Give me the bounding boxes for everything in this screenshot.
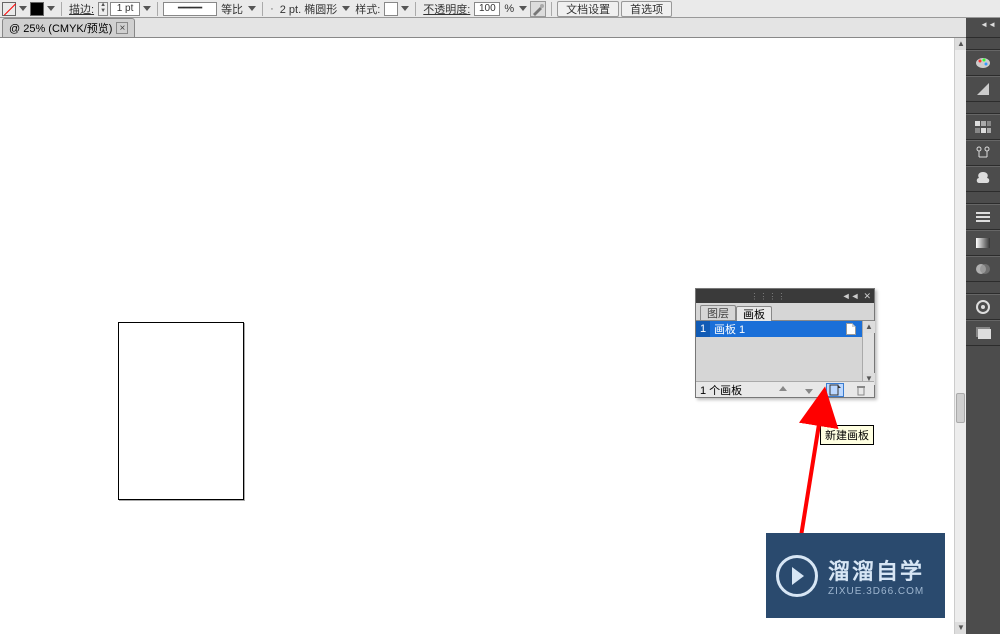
watermark-subtitle: ZIXUE.3D66.COM — [828, 586, 924, 597]
close-tab-icon[interactable]: × — [116, 22, 128, 34]
options-bar: 描边: ▲▼ 1 pt ━━━━ 等比 · 2 pt. 椭圆形 样式: 不透明度… — [0, 0, 1000, 18]
color-guide-panel-icon[interactable] — [966, 76, 1000, 102]
style-label: 样式: — [355, 1, 380, 17]
watermark: 溜溜自学 ZIXUE.3D66.COM — [766, 533, 945, 618]
new-artboard-button[interactable] — [826, 383, 844, 397]
brush-dropdown-icon[interactable] — [342, 6, 350, 11]
panel-collapse-icon[interactable]: ◄◄ — [842, 291, 860, 301]
panel-status-bar: 1 个画板 — [696, 381, 874, 397]
strip-collapse-button[interactable]: ◄◄ — [966, 18, 1000, 38]
panel-grip-icon[interactable]: ⋮⋮⋮⋮ — [699, 292, 838, 301]
right-panel-strip: ◄◄ — [966, 18, 1000, 634]
dash-preview[interactable]: ━━━━ — [163, 2, 217, 16]
recolor-icon[interactable] — [530, 1, 546, 17]
canvas-vertical-scrollbar[interactable]: ▲ ▼ — [954, 38, 966, 634]
document-setup-button[interactable]: 文档设置 — [557, 1, 619, 17]
stroke-width-spinner[interactable]: ▲▼ — [98, 2, 108, 16]
stroke-dropdown-icon[interactable] — [47, 6, 55, 11]
stroke-panel-icon[interactable] — [966, 204, 1000, 230]
style-dropdown-icon[interactable] — [401, 6, 409, 11]
move-down-button[interactable] — [800, 383, 818, 397]
dash-dropdown-icon[interactable] — [248, 6, 256, 11]
panel-tabs: 图层 画板 — [696, 303, 874, 321]
panel-scroll-up-icon[interactable]: ▲ — [863, 321, 875, 333]
watermark-logo-icon — [776, 555, 818, 597]
graphic-styles-panel-icon[interactable] — [966, 320, 1000, 346]
delete-artboard-button[interactable] — [852, 383, 870, 397]
watermark-title: 溜溜自学 — [828, 554, 924, 586]
fill-swatch[interactable] — [2, 2, 16, 16]
tab-layers[interactable]: 图层 — [700, 305, 736, 320]
artboard-row-index: 1 — [696, 321, 710, 337]
stroke-width-dropdown-icon[interactable] — [143, 6, 151, 11]
panel-titlebar[interactable]: ⋮⋮⋮⋮ ◄◄ ✕ — [696, 289, 874, 303]
symbols-panel-icon[interactable] — [966, 166, 1000, 192]
artboard-row[interactable]: 1 画板 1 — [696, 321, 862, 337]
preferences-button[interactable]: 首选项 — [621, 1, 672, 17]
fill-dropdown-icon[interactable] — [19, 6, 27, 11]
document-tab-title: @ 25% (CMYK/预览) — [9, 20, 112, 36]
opacity-dropdown-icon[interactable] — [519, 6, 527, 11]
brush-label[interactable]: 2 pt. 椭圆形 — [280, 1, 337, 17]
scroll-thumb[interactable] — [956, 393, 965, 423]
appearance-panel-icon[interactable] — [966, 294, 1000, 320]
opacity-label[interactable]: 不透明度: — [423, 1, 470, 17]
move-up-button[interactable] — [774, 383, 792, 397]
opacity-unit: % — [504, 3, 514, 15]
document-tab-bar: @ 25% (CMYK/预览) × — [0, 18, 1000, 38]
color-panel-icon[interactable] — [966, 50, 1000, 76]
tab-artboards[interactable]: 画板 — [736, 306, 772, 321]
artboard-1[interactable] — [118, 322, 244, 500]
gradient-panel-icon[interactable] — [966, 230, 1000, 256]
panel-vertical-scrollbar[interactable]: ▲ ▼ — [862, 321, 874, 385]
opacity-input[interactable]: 100 — [474, 2, 500, 16]
document-tab[interactable]: @ 25% (CMYK/预览) × — [2, 18, 135, 37]
panel-body: 1 画板 1 ▲ ▼ 1 个画板 — [696, 321, 874, 397]
stroke-label[interactable]: 描边: — [69, 1, 94, 17]
artboards-panel: ⋮⋮⋮⋮ ◄◄ ✕ 图层 画板 1 画板 1 ▲ ▼ 1 个画板 — [695, 288, 875, 398]
artboard-options-icon[interactable] — [846, 323, 856, 335]
stroke-width-input[interactable]: 1 pt — [110, 2, 140, 16]
swatches-panel-icon[interactable] — [966, 114, 1000, 140]
transparency-panel-icon[interactable] — [966, 256, 1000, 282]
brushes-panel-icon[interactable] — [966, 140, 1000, 166]
stroke-swatch[interactable] — [30, 2, 44, 16]
style-dropdown[interactable] — [384, 2, 398, 16]
tooltip-new-artboard: 新建画板 — [820, 425, 874, 445]
panel-close-icon[interactable]: ✕ — [863, 291, 871, 302]
artboard-row-name[interactable]: 画板 1 — [710, 321, 846, 337]
artboard-count-label: 1 个画板 — [700, 382, 742, 398]
dash-label: 等比 — [221, 1, 243, 17]
artboards-list[interactable]: 1 画板 1 — [696, 321, 862, 385]
